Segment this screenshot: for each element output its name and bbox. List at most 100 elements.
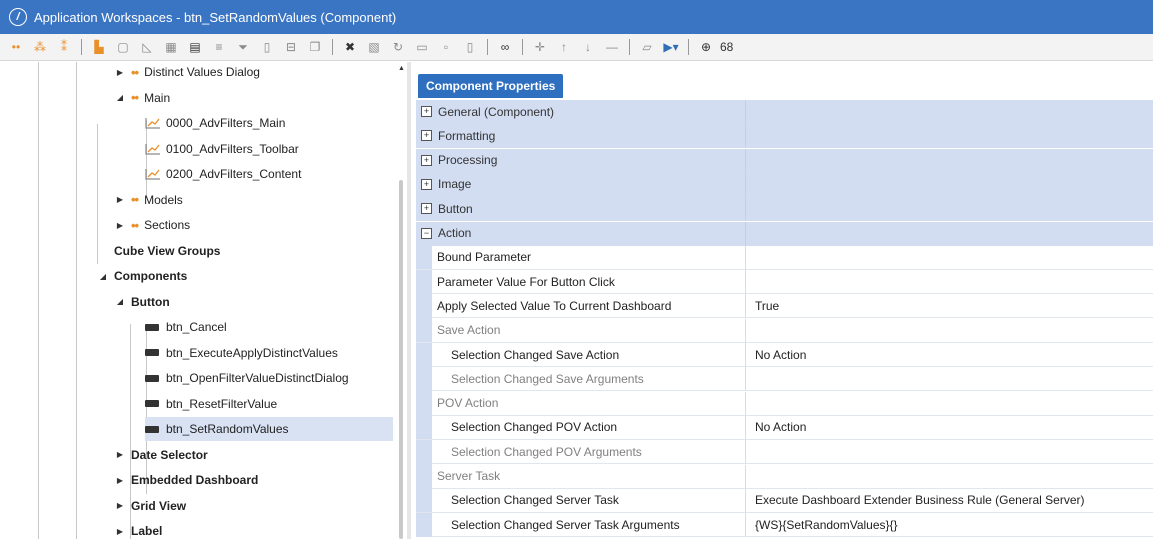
- property-value-cell[interactable]: No Action: [746, 343, 1153, 367]
- list-icon[interactable]: ≡: [210, 38, 228, 56]
- tree-item[interactable]: ▶ •• Sections: [115, 213, 190, 237]
- property-row[interactable]: Apply Selected Value To Current Dashboar…: [416, 293, 1153, 319]
- arrow-up-icon[interactable]: ↑: [555, 38, 573, 56]
- page-icon[interactable]: ▱: [638, 38, 656, 56]
- tree-item[interactable]: btn_ExecuteApplyDistinctValues: [145, 341, 338, 365]
- document-icon[interactable]: ▯: [258, 38, 276, 56]
- cube-view-icon[interactable]: ▤: [186, 38, 204, 56]
- tree-scrollbar[interactable]: ▲: [398, 62, 406, 539]
- tree-item[interactable]: Cube View Groups: [98, 239, 220, 263]
- filter-icon[interactable]: ⏷: [234, 38, 252, 56]
- property-row[interactable]: Parameter Value For Button Click: [416, 269, 1153, 295]
- save-icon[interactable]: ▭: [413, 38, 431, 56]
- tree-item[interactable]: ▶ Label: [115, 519, 162, 539]
- property-value-cell[interactable]: True: [746, 294, 1153, 319]
- property-row[interactable]: Selection Changed POV Arguments: [416, 439, 1153, 465]
- scrollbar-thumb[interactable]: [399, 180, 403, 539]
- property-name-label: Formatting: [438, 128, 496, 143]
- property-name-cell: + Image: [416, 172, 746, 197]
- property-value-cell[interactable]: {WS}{SetRandomValues}{}: [746, 513, 1153, 538]
- property-category-row[interactable]: − Action: [416, 221, 1153, 246]
- expand-icon[interactable]: +: [421, 106, 432, 117]
- property-value-cell[interactable]: Execute Dashboard Extender Business Rule…: [746, 488, 1153, 513]
- property-category-row[interactable]: + General (Component): [416, 100, 1153, 124]
- tree-item[interactable]: btn_SetRandomValues: [145, 417, 393, 441]
- form-icon[interactable]: ⊟: [282, 38, 300, 56]
- expand-icon[interactable]: +: [421, 203, 432, 215]
- rename-icon[interactable]: ▫: [437, 38, 455, 56]
- tree-item[interactable]: ▶ Grid View: [115, 494, 186, 518]
- expanded-arrow-icon[interactable]: ◢: [115, 93, 125, 102]
- tree-item[interactable]: 0000_AdvFilters_Main: [145, 111, 285, 135]
- arrow-down-icon[interactable]: ↓: [579, 38, 597, 56]
- collapsed-arrow-icon[interactable]: ▶: [115, 501, 125, 510]
- chart-icon[interactable]: ◺: [138, 38, 156, 56]
- property-category-row[interactable]: + Processing: [416, 148, 1153, 173]
- binoculars-icon[interactable]: ∞: [496, 38, 514, 56]
- grid-icon[interactable]: ▦: [162, 38, 180, 56]
- property-row[interactable]: Selection Changed Save Arguments: [416, 366, 1153, 392]
- tab-component-properties[interactable]: Component Properties: [418, 74, 564, 98]
- tree-item[interactable]: ▶ •• Distinct Values Dialog: [115, 62, 260, 84]
- group-icon[interactable]: ••: [7, 38, 25, 56]
- tree-item[interactable]: ◢ Button: [115, 290, 170, 314]
- property-value-cell[interactable]: [746, 270, 1153, 295]
- property-value-cell[interactable]: [746, 245, 1153, 270]
- property-category-row[interactable]: + Image: [416, 172, 1153, 197]
- property-value-cell[interactable]: No Action: [746, 415, 1153, 440]
- expanded-arrow-icon[interactable]: ◢: [98, 272, 108, 281]
- property-row[interactable]: Selection Changed POV Action No Action: [416, 415, 1153, 440]
- property-row[interactable]: Bound Parameter: [416, 245, 1153, 270]
- tree-item[interactable]: btn_Cancel: [145, 315, 227, 339]
- delete-icon[interactable]: ✖: [341, 38, 359, 56]
- run-dropdown-icon[interactable]: ▶▾: [662, 38, 680, 56]
- property-category-row[interactable]: + Button: [416, 197, 1153, 222]
- remove-icon[interactable]: —: [603, 38, 621, 56]
- clipboard-icon[interactable]: ▯: [461, 38, 479, 56]
- copy-icon[interactable]: ❐: [306, 38, 324, 56]
- tree-item-label: btn_ExecuteApplyDistinctValues: [166, 345, 338, 360]
- collapse-icon[interactable]: −: [421, 227, 432, 239]
- collapsed-arrow-icon[interactable]: ▶: [115, 195, 125, 204]
- expand-icon[interactable]: +: [421, 178, 432, 190]
- collapsed-arrow-icon[interactable]: ▶: [115, 221, 125, 230]
- tree-item[interactable]: ▶ Date Selector: [115, 443, 208, 467]
- collapsed-arrow-icon[interactable]: ▶: [115, 450, 125, 459]
- property-category-row[interactable]: + Formatting: [416, 124, 1153, 149]
- move-icon[interactable]: ✛: [531, 38, 549, 56]
- row-gutter: [416, 293, 432, 318]
- table-icon[interactable]: ▢: [114, 38, 132, 56]
- property-row[interactable]: Selection Changed Server Task Arguments {…: [416, 512, 1153, 538]
- property-value-cell[interactable]: [746, 367, 1153, 392]
- property-subgroup-row[interactable]: Server Task: [416, 464, 1153, 489]
- property-row[interactable]: Selection Changed Save Action No Action: [416, 342, 1153, 367]
- refresh-icon[interactable]: ↻: [389, 38, 407, 56]
- property-subgroup-row[interactable]: Save Action: [416, 318, 1153, 343]
- tree-item-label: Label: [131, 524, 163, 538]
- expanded-arrow-icon[interactable]: ◢: [115, 297, 125, 306]
- tree-item[interactable]: ◢ •• Main: [115, 86, 170, 110]
- property-subgroup-row[interactable]: POV Action: [416, 391, 1153, 416]
- tree-item[interactable]: ◢ Components: [98, 264, 187, 288]
- property-row[interactable]: Selection Changed Server Task Execute Das…: [416, 488, 1153, 513]
- tree-item[interactable]: 0100_AdvFilters_Toolbar: [145, 137, 299, 161]
- tree-item[interactable]: btn_ResetFilterValue: [145, 392, 277, 416]
- dashboard-icon[interactable]: ▙: [90, 38, 108, 56]
- collapsed-arrow-icon[interactable]: ▶: [115, 68, 125, 77]
- expand-icon[interactable]: +: [421, 130, 432, 142]
- tree-item[interactable]: 0200_AdvFilters_Content: [145, 162, 301, 186]
- scroll-up-icon[interactable]: ▲: [398, 65, 405, 72]
- collapsed-arrow-icon[interactable]: ▶: [115, 527, 125, 536]
- collapsed-arrow-icon[interactable]: ▶: [115, 476, 125, 485]
- tree-item[interactable]: btn_OpenFilterValueDistinctDialog: [145, 366, 349, 390]
- edit-icon[interactable]: ▧: [365, 38, 383, 56]
- button-component-icon: [145, 425, 159, 433]
- property-name-cell: Selection Changed POV Arguments: [416, 439, 746, 465]
- expand-icon[interactable]: +: [421, 154, 432, 166]
- hierarchy-icon[interactable]: ⁂: [31, 38, 49, 56]
- tree-item[interactable]: ▶ Embedded Dashboard: [115, 468, 258, 492]
- object-lookup-icon[interactable]: ⊕: [697, 38, 715, 56]
- property-value-cell[interactable]: [746, 440, 1153, 465]
- tree-item[interactable]: ▶ •• Models: [115, 188, 183, 212]
- add-group-icon[interactable]: ⁑: [55, 38, 73, 56]
